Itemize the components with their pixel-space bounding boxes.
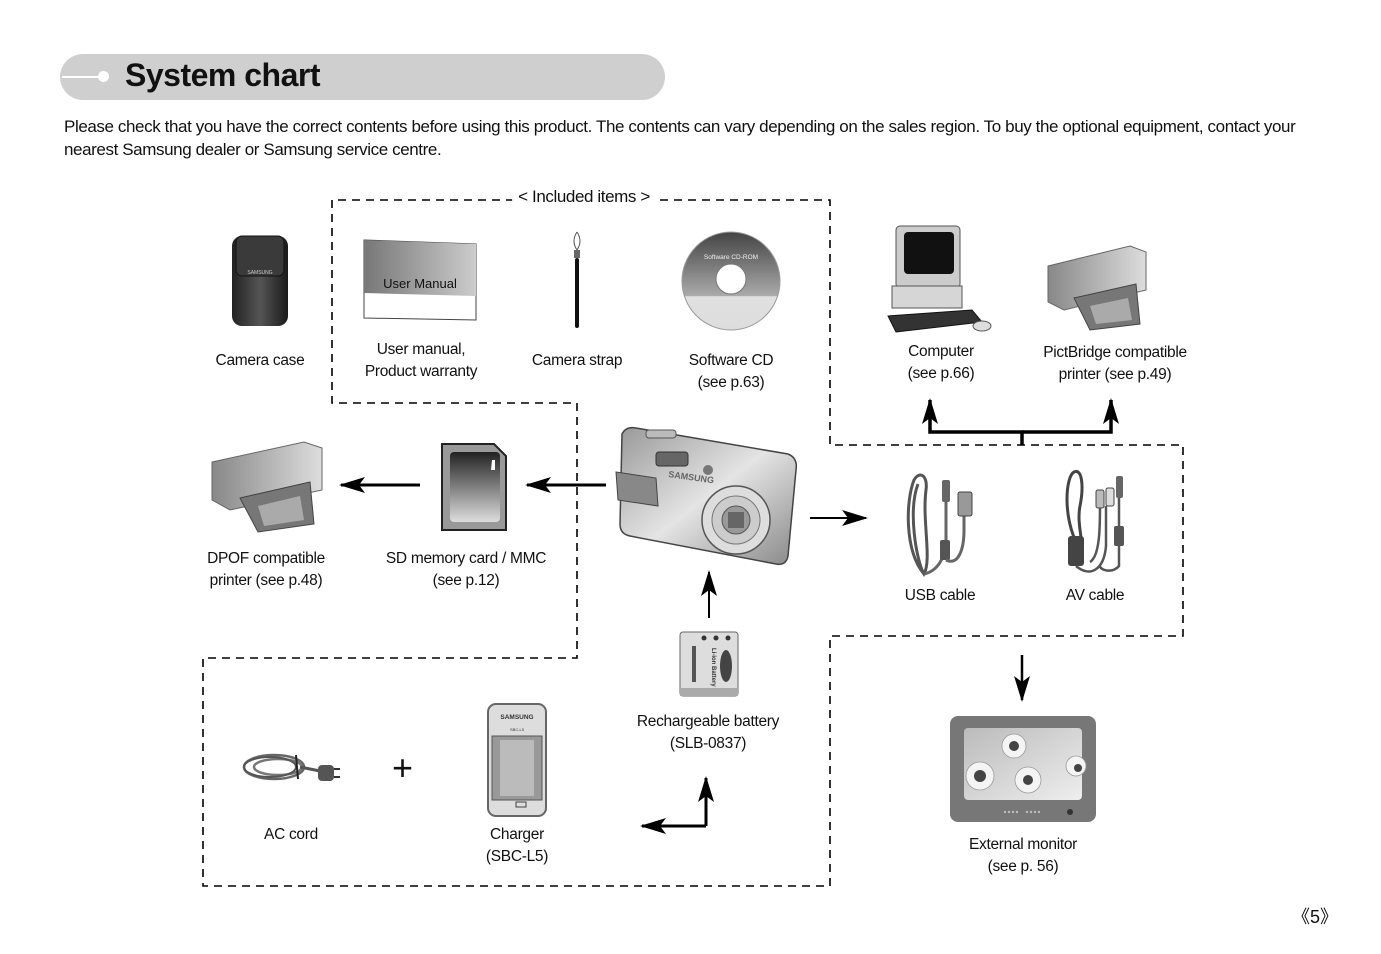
dpof-label-line2: printer (see p.48) xyxy=(209,572,323,589)
usb-cable-icon xyxy=(906,473,973,578)
user-manual-label-line2: Product warranty xyxy=(364,363,478,380)
ac-cord-label: AC cord xyxy=(264,824,318,846)
cd-disc-text: Software CD-ROM xyxy=(704,254,758,261)
battery-body-text: Li-ion Battery xyxy=(710,648,716,687)
plus-sign: + xyxy=(392,747,414,788)
computer-label-line2: (see p.66) xyxy=(907,365,975,382)
av-cable-label-line: AV cable xyxy=(1065,587,1125,604)
usb-cable-label-line: USB cable xyxy=(904,587,976,604)
user-manual-icon: User Manual xyxy=(363,239,477,321)
pictbridge-printer-label: PictBridge compatible printer (see p.49) xyxy=(1043,342,1187,386)
case-brand-text: SAMSUNG xyxy=(247,270,272,276)
manual-cover-text: User Manual xyxy=(383,276,457,291)
arrow-cables-to-pc-printer xyxy=(922,398,1024,445)
computer-icon xyxy=(887,225,992,333)
charger-label-line1: Charger xyxy=(490,826,544,843)
external-monitor-icon xyxy=(950,716,1096,822)
camera-strap-label: Camera strap xyxy=(531,350,623,372)
camera-icon: SAMSUNG xyxy=(615,426,798,566)
charger-brand-text: SAMSUNG xyxy=(500,714,533,721)
software-cd-label-line2: (see p.63) xyxy=(697,374,765,391)
battery-label: Rechargeable battery (SLB-0837) xyxy=(636,711,780,755)
computer-label: Computer (see p.66) xyxy=(908,341,975,385)
battery-label-line2: (SLB-0837) xyxy=(669,735,747,752)
sd-card-label: SD memory card / MMC (see p.12) xyxy=(385,548,547,592)
ac-cord-label-line: AC cord xyxy=(264,826,318,843)
dpof-printer-label: DPOF compatible printer (see p.48) xyxy=(207,548,325,592)
included-items-label: < Included items > xyxy=(512,187,656,207)
pictbridge-label-line1: PictBridge compatible xyxy=(1043,344,1187,361)
usb-cable-label: USB cable xyxy=(905,585,976,607)
camera-case-icon: SAMSUNG xyxy=(232,235,288,326)
page-number: 《5》 xyxy=(1292,907,1339,927)
sd-card-icon xyxy=(441,443,507,531)
av-cable-icon xyxy=(1065,469,1124,573)
pictbridge-printer-icon xyxy=(1047,245,1147,331)
sd-card-label-line1: SD memory card / MMC xyxy=(385,550,547,567)
battery-label-line1: Rechargeable battery xyxy=(636,713,780,730)
pictbridge-label-line2: printer (see p.49) xyxy=(1058,366,1172,383)
sd-card-label-line2: (see p.12) xyxy=(432,572,500,589)
charger-label-line2: (SBC-L5) xyxy=(485,848,549,865)
battery-icon: Li-ion Battery xyxy=(679,631,739,697)
charger-model-text: SBC-L5 xyxy=(510,727,525,732)
camera-strap-icon xyxy=(573,231,581,328)
computer-label-line1: Computer xyxy=(908,343,974,360)
charger-icon: SAMSUNG SBC-L5 xyxy=(487,703,547,817)
software-cd-label: Software CD (see p.63) xyxy=(689,350,774,394)
camera-case-label: Camera case xyxy=(216,350,305,372)
external-monitor-label: External monitor (see p. 56) xyxy=(969,834,1077,878)
dpof-label-line1: DPOF compatible xyxy=(207,550,325,567)
charger-label: Charger (SBC-L5) xyxy=(485,824,549,868)
user-manual-label-line1: User manual, xyxy=(376,341,466,358)
software-cd-icon: Software CD-ROM xyxy=(681,231,781,331)
ac-cord-icon xyxy=(242,753,340,781)
external-monitor-label-line1: External monitor xyxy=(968,836,1078,853)
user-manual-label: User manual, Product warranty xyxy=(364,339,478,383)
camera-case-label-line: Camera case xyxy=(215,352,305,369)
external-monitor-label-line2: (see p. 56) xyxy=(987,858,1059,875)
software-cd-label-line1: Software CD xyxy=(688,352,774,369)
camera-strap-label-line: Camera strap xyxy=(531,352,623,369)
dpof-printer-icon xyxy=(211,441,323,533)
av-cable-label: AV cable xyxy=(1066,585,1125,607)
